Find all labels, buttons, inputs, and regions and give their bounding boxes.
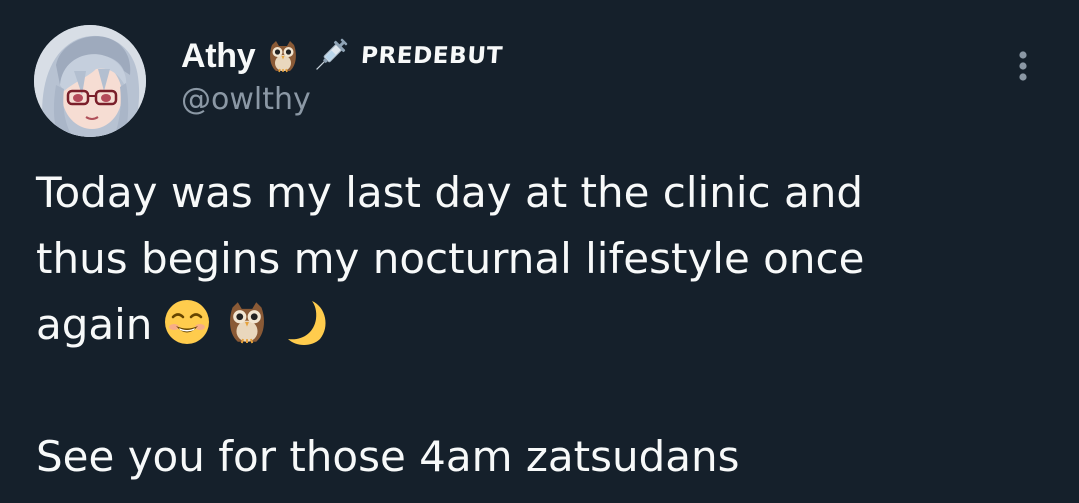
more-dots-icon	[1019, 51, 1027, 81]
smiling-face-icon	[162, 297, 212, 347]
tweet-card: Athy PREDEBUT @owlthy Today was my last …	[0, 0, 1079, 503]
tweet-text: Today was my last day at the clinic and …	[36, 160, 1046, 490]
tweet-line: again	[36, 292, 1046, 358]
author-name-row: Athy PREDEBUT	[181, 36, 505, 76]
crescent-moon-icon	[282, 297, 332, 347]
more-options-button[interactable]	[1002, 44, 1044, 88]
tweet-line: Today was my last day at the clinic and	[36, 168, 863, 217]
avatar[interactable]	[34, 25, 146, 137]
tweet-line-text: again	[36, 300, 153, 349]
owl-icon	[264, 37, 302, 75]
tweet-line: thus begins my nocturnal lifestyle once	[36, 234, 865, 283]
predebut-badge: PREDEBUT	[360, 43, 505, 69]
tweet-line: See you for those 4am zatsudans	[36, 432, 740, 481]
owl-icon	[222, 297, 272, 347]
display-name[interactable]: Athy	[181, 37, 256, 76]
author-handle[interactable]: @owlthy	[181, 82, 311, 117]
syringe-icon	[311, 37, 349, 75]
